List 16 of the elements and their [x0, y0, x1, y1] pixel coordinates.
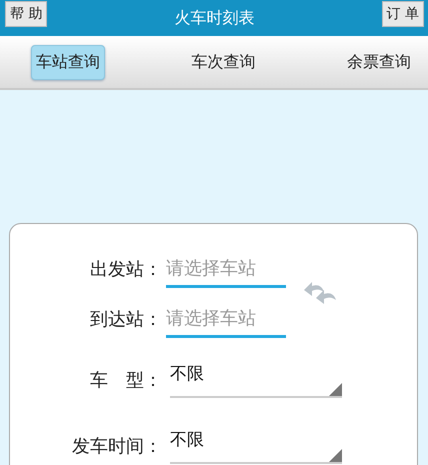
help-button[interactable]: 帮 助	[5, 1, 48, 27]
tab[interactable]: 车站查询	[31, 44, 105, 80]
field-label: 发车时间：	[71, 435, 162, 458]
tab[interactable]: 车次查询	[186, 44, 260, 80]
station-field[interactable]: 请选择车站	[166, 250, 286, 288]
dropdown-corner-icon	[329, 383, 342, 396]
station-field[interactable]: 请选择车站	[166, 300, 286, 338]
dropdown[interactable]: 不限	[170, 428, 342, 464]
dropdown-corner-icon	[329, 449, 342, 462]
tab[interactable]: 余票查询	[342, 44, 416, 80]
orders-button[interactable]: 订 单	[382, 1, 424, 27]
app-title: 火车时刻表	[174, 8, 254, 28]
field-label: 车 型：	[89, 369, 162, 392]
dropdown[interactable]: 不限	[170, 362, 342, 398]
field-label: 到达站：	[89, 308, 162, 331]
field-label: 出发站：	[89, 258, 162, 281]
